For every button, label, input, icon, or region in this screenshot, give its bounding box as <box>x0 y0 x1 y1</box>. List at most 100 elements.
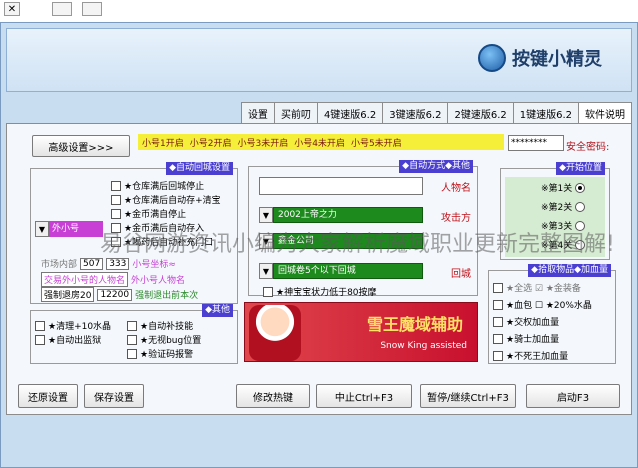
checkbox-icon[interactable] <box>493 299 503 310</box>
pickup-label: ★交权加血量 <box>506 318 560 328</box>
other-group: ◆其他 ★自动补技能 ★清理+10水晶 ★无视bug位置 ★自动出监狱 ★验证码… <box>30 304 238 364</box>
overlay-caption: 易谷网游资讯小编为大家解析魔域职业更新完整图解! <box>100 232 615 257</box>
pickup-label: ★血包 ☐ ★20%水晶 <box>506 301 592 311</box>
other-item[interactable]: ★自动补技能 <box>127 319 193 332</box>
radio-icon[interactable] <box>575 220 586 231</box>
other-item[interactable]: ★清理+10水晶 <box>35 319 111 332</box>
start-option-label: ※第3关 <box>541 222 573 232</box>
chevron-down-icon[interactable]: ▼ <box>35 221 49 237</box>
attack-select[interactable]: ▼ 2002上帝之力 <box>259 207 423 223</box>
checkbox-icon[interactable] <box>127 348 137 359</box>
other-title: ◆其他 <box>202 304 233 317</box>
pickup-item[interactable]: ★不死王加血量 <box>493 349 568 362</box>
other-label: ★清理+10水晶 <box>48 322 112 332</box>
pickup-item[interactable]: ★血包 ☐ ★20%水晶 <box>493 298 592 311</box>
checkbox-icon[interactable] <box>35 320 45 331</box>
other-label: ★验证码报警 <box>140 350 194 360</box>
start-option[interactable]: ※第3关 <box>541 219 586 232</box>
promo-banner: 雪王魔域辅助 Snow King assisted <box>244 302 478 362</box>
banner-subtitle: Snow King assisted <box>380 341 467 351</box>
password-input[interactable]: ******** <box>508 135 564 151</box>
outsider-select[interactable]: ▼ 外小号 <box>35 221 103 237</box>
other-label: ★自动补技能 <box>140 322 194 332</box>
other-item[interactable]: ★验证码报警 <box>127 347 193 360</box>
tab-software-info[interactable]: 软件说明 <box>578 102 632 125</box>
outsider-input[interactable]: 交易外小号的人物名 <box>41 272 129 287</box>
pause-button[interactable]: 暂停/继续Ctrl+F3 <box>420 384 516 408</box>
pickup-item[interactable]: ★交权加血量 <box>493 315 559 328</box>
checkbox-icon[interactable] <box>493 282 503 293</box>
restore-button[interactable]: 还原设置 <box>18 384 78 408</box>
pickup-group: ◆拾取物品◆加血量 ★全选 ☑ ★金装备 ★血包 ☐ ★20%水晶 ★交权加血量… <box>488 264 616 364</box>
pay-label: 强制退出前本次 <box>135 291 199 301</box>
other-item[interactable]: ★无视bug位置 <box>127 333 201 346</box>
pickup-item[interactable]: ★全选 ☑ ★金装备 <box>493 281 581 294</box>
checkbox-icon[interactable] <box>111 194 121 205</box>
tab-settings[interactable]: 设置 <box>240 102 275 123</box>
chevron-down-icon[interactable]: ▼ <box>259 263 273 279</box>
pickup-label: ★不死王加血量 <box>506 352 569 362</box>
checkbox-icon[interactable] <box>493 333 503 344</box>
brand: 按键小精灵 <box>478 40 626 76</box>
start-button[interactable]: 启动F3 <box>526 384 620 408</box>
quick-item[interactable]: 小号4未开启 <box>294 136 345 149</box>
pay-input-2[interactable]: 强制退房20 <box>41 287 95 302</box>
other-item[interactable]: ★自动出监狱 <box>35 333 101 346</box>
start-position-title: ◆开始位置 <box>556 162 605 175</box>
change-hotkey-button[interactable]: 修改热键 <box>236 384 310 408</box>
outsider-label: 外小号人物名 <box>131 276 186 286</box>
minimize-icon[interactable] <box>82 2 102 16</box>
other-label: ★无视bug位置 <box>140 336 202 346</box>
tab-speed-1[interactable]: 1键速版6.2 <box>512 102 579 123</box>
recover-item[interactable]: ★金币满自停止 <box>111 207 186 220</box>
stop-button[interactable]: 中止Ctrl+F3 <box>316 384 412 408</box>
tab-buy[interactable]: 买前叨 <box>273 102 318 123</box>
tab-speed-2[interactable]: 2键速版6.2 <box>447 102 514 123</box>
number-input-1[interactable]: 333 <box>106 257 130 270</box>
radio-icon[interactable] <box>575 182 586 193</box>
checkbox-icon[interactable] <box>111 208 121 219</box>
maximize-icon[interactable] <box>52 2 72 16</box>
number-row: 市场内部 507 333 小号坐标≈ <box>41 257 176 270</box>
quick-item[interactable]: 小号1开启 <box>142 136 184 149</box>
start-option[interactable]: ※第2关 <box>541 200 586 213</box>
app-title: 按键小精灵 <box>512 49 602 70</box>
quick-strip: 小号1开启 小号2开启 小号3未开启 小号4未开启 小号5未开启 <box>138 134 504 150</box>
advanced-settings-button[interactable]: 高级设置>>> <box>32 135 130 157</box>
radio-icon[interactable] <box>575 201 586 212</box>
auto-mode-title: ◆自动方式◆其他 <box>399 160 473 173</box>
checkbox-icon[interactable] <box>35 334 45 345</box>
close-icon[interactable]: ✕ <box>4 2 20 16</box>
save-button[interactable]: 保存设置 <box>84 384 144 408</box>
recover-item[interactable]: ★仓库满后自动存+清宝 <box>111 193 221 206</box>
recover-label: ★金币满自停止 <box>124 210 187 220</box>
checkbox-icon[interactable] <box>493 316 503 327</box>
app-logo-icon <box>478 44 506 72</box>
return-select[interactable]: ▼ 回城卷5个以下回城 <box>259 263 423 279</box>
auto-resurrect-option[interactable]: ★神宝宝状力低于80按摩 <box>263 285 377 298</box>
quick-item[interactable]: 小号3未开启 <box>237 136 288 149</box>
number-input-2[interactable]: 507 <box>80 257 104 270</box>
return-value: 回城卷5个以下回城 <box>273 263 423 279</box>
tab-speed-4[interactable]: 4键速版6.2 <box>316 102 384 123</box>
pay-input-1[interactable]: 12200 <box>97 288 133 301</box>
quick-item[interactable]: 小号2开启 <box>190 136 232 149</box>
attack-label: 攻击方 <box>441 213 471 224</box>
tab-speed-3[interactable]: 3键速版6.2 <box>382 102 449 123</box>
name-input[interactable] <box>259 177 423 195</box>
recover-label: ★仓库满后回城停止 <box>124 182 205 192</box>
checkbox-icon[interactable] <box>263 286 273 297</box>
checkbox-icon[interactable] <box>127 334 137 345</box>
pickup-item[interactable]: ★骑士加血量 <box>493 332 559 345</box>
recover-item[interactable]: ★仓库满后回城停止 <box>111 179 204 192</box>
password-label: 安全密码: <box>566 142 610 153</box>
tab-strip: 软件说明 1键速版6.2 2键速版6.2 3键速版6.2 4键速版6.2 买前叨… <box>188 102 632 125</box>
start-option-label: ※第1关 <box>541 184 573 194</box>
auto-resurrect-label: ★神宝宝状力低于80按摩 <box>276 288 377 298</box>
checkbox-icon[interactable] <box>111 180 121 191</box>
chevron-down-icon[interactable]: ▼ <box>259 207 273 223</box>
checkbox-icon[interactable] <box>127 320 137 331</box>
quick-item[interactable]: 小号5未开启 <box>351 136 402 149</box>
start-option[interactable]: ※第1关 <box>541 181 586 194</box>
checkbox-icon[interactable] <box>493 350 503 361</box>
